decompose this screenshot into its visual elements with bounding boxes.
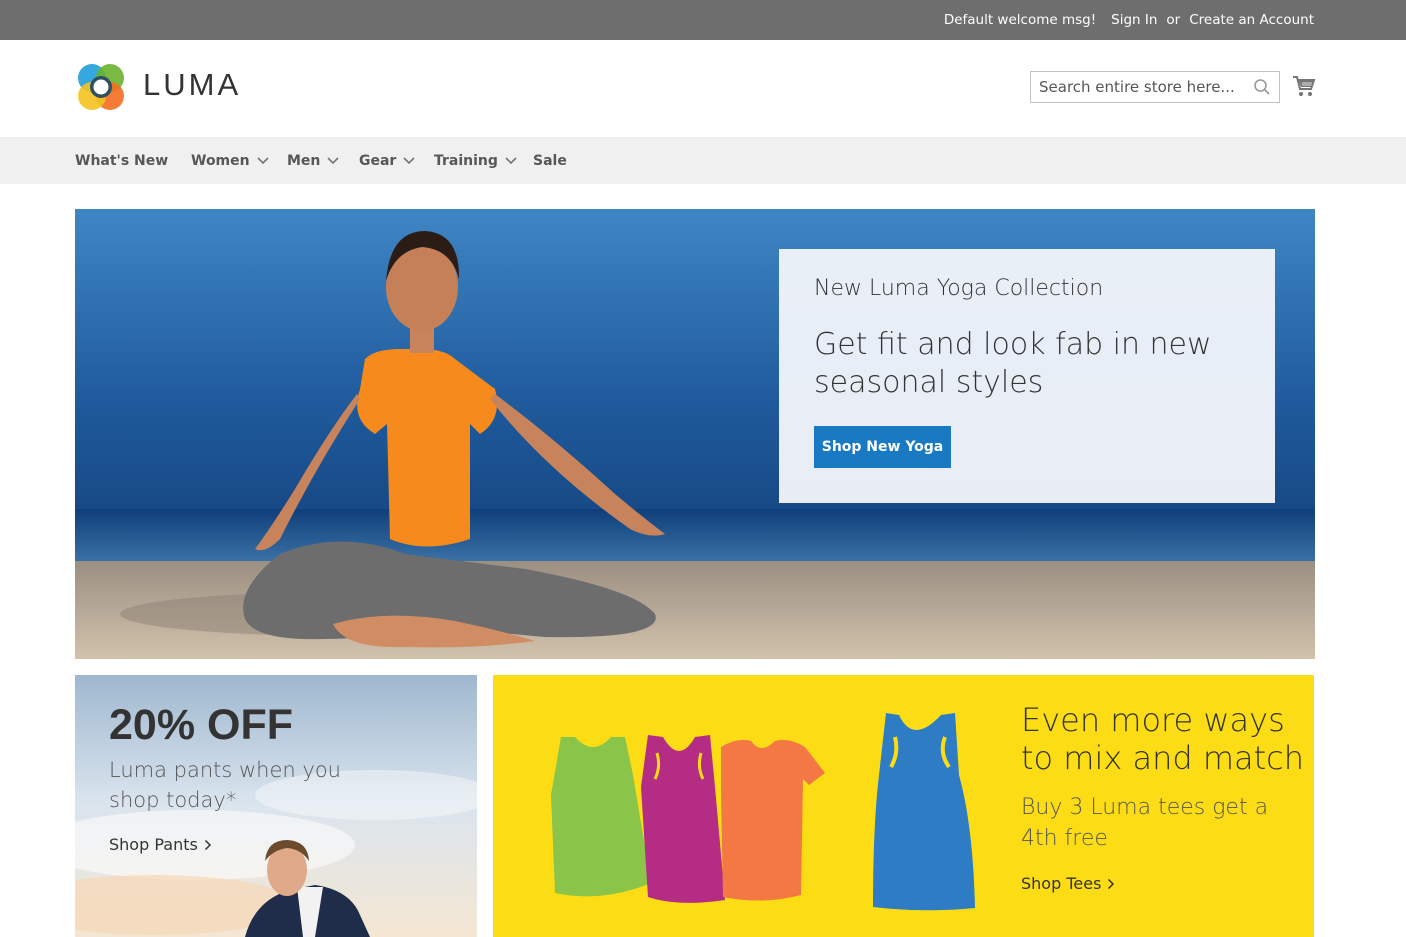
welcome-message: Default welcome msg!: [943, 12, 1097, 28]
shop-pants-label: Shop Pants: [109, 835, 198, 854]
create-account-link[interactable]: Create an Account: [1189, 12, 1314, 28]
nav-label: Women: [191, 152, 250, 169]
luma-logo-icon[interactable]: [75, 61, 127, 113]
shop-new-yoga-button[interactable]: Shop New Yoga: [814, 426, 951, 468]
nav-label: Gear: [359, 152, 397, 169]
or-separator: or: [1166, 12, 1181, 28]
nav-item-training[interactable]: Training: [434, 137, 517, 184]
search-icon[interactable]: [1253, 78, 1271, 96]
nav-label: Men: [287, 152, 321, 169]
chevron-down-icon: [403, 156, 415, 164]
shop-pants-link[interactable]: Shop Pants: [109, 835, 212, 854]
nav-item-women[interactable]: Women: [191, 137, 269, 184]
hero-promo-box: New Luma Yoga Collection Get fit and loo…: [779, 249, 1275, 503]
chevron-right-icon: [1108, 878, 1115, 889]
sign-in-link[interactable]: Sign In: [1111, 12, 1157, 28]
search-input[interactable]: [1031, 72, 1241, 102]
shop-tees-label: Shop Tees: [1021, 874, 1102, 893]
nav-item-men[interactable]: Men: [287, 137, 339, 184]
chevron-down-icon: [257, 156, 269, 164]
hero-banner[interactable]: New Luma Yoga Collection Get fit and loo…: [75, 209, 1315, 659]
chevron-down-icon: [505, 156, 517, 164]
header-links: Default welcome msg! Sign In or Create a…: [935, 0, 1314, 40]
nav-item-whats-new[interactable]: What's New: [75, 137, 168, 184]
hero-kicker: New Luma Yoga Collection: [814, 276, 1104, 301]
promo-tees-block[interactable]: Even more ways to mix and match Buy 3 Lu…: [493, 675, 1314, 937]
promo-pants-subtitle: Luma pants when you shop today*: [109, 758, 341, 812]
nav-label: Training: [434, 152, 498, 169]
hero-title: Get fit and look fab in new seasonal sty…: [814, 327, 1212, 400]
search-box: [1030, 71, 1280, 103]
promo-pants-title: 20% OFF: [109, 701, 293, 749]
shop-tees-link[interactable]: Shop Tees: [1021, 874, 1115, 893]
main-navigation: What's New Women Men Gear Training Sale: [0, 137, 1406, 184]
logo-wordmark[interactable]: LUMA: [143, 67, 241, 103]
promo-tees-subtitle: Buy 3 Luma tees get a 4th free: [1021, 795, 1269, 851]
promo-tees-image: [551, 713, 975, 911]
nav-label: Sale: [533, 152, 567, 169]
nav-item-gear[interactable]: Gear: [359, 137, 415, 184]
promo-tees-title: Even more ways to mix and match: [1021, 701, 1305, 777]
nav-item-sale[interactable]: Sale: [533, 137, 567, 184]
nav-label: What's New: [75, 152, 169, 169]
chevron-right-icon: [204, 839, 211, 850]
promo-pants-block[interactable]: 20% OFF Luma pants when you shop today* …: [75, 675, 477, 937]
header-panel: Default welcome msg! Sign In or Create a…: [0, 0, 1406, 40]
chevron-down-icon: [327, 156, 339, 164]
shopping-cart-icon[interactable]: [1292, 74, 1316, 98]
